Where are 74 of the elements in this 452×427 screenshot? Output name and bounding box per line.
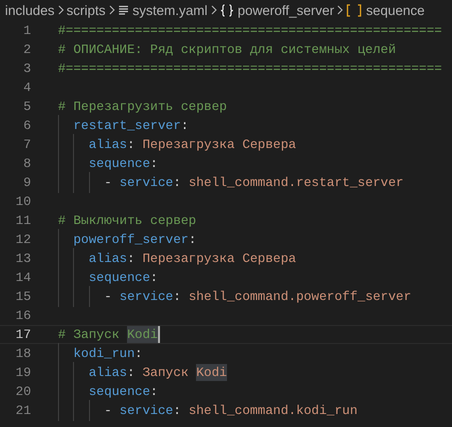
chevron-icon [337,5,344,15]
line-number: 7 [22,137,31,152]
line-number: 11 [14,213,31,228]
code-token: sequence [88,155,150,172]
line-number: 10 [14,194,31,209]
line-number: 1 [22,23,31,38]
code-token: : [150,383,158,400]
line-number: 3 [22,61,31,76]
code-token: : [173,402,182,419]
code-token: #================================================= [58,60,442,77]
code-token: restart_server [73,117,181,134]
line-number: 5 [22,99,31,114]
code-token: - [104,288,113,305]
chevron-icon [210,5,217,15]
code-token: alias [88,250,128,267]
line-number: 15 [14,289,31,304]
code-token: Перезагрузка Сервера [142,250,296,267]
code-token: service [119,288,174,305]
code-token: : [188,231,196,248]
code-token: alias [88,136,128,153]
code-token: alias [88,364,128,381]
line-number: 2 [22,42,31,57]
line-number: 14 [14,270,31,285]
brackets-icon [346,4,362,16]
code-token: # Перезагрузить сервер [58,98,227,115]
chevron-icon [108,5,115,15]
chevron-icon [58,5,64,15]
code-token: : [150,269,158,286]
code-token: shell_command.poweroff_server [188,288,412,305]
line-number: 18 [14,346,31,361]
code-token: Kodi [127,326,158,343]
code-token: - [104,174,113,191]
code-token: : [150,155,158,172]
code-token: # ОПИСАНИЕ: Ряд скриптов для системных целей [58,41,396,58]
code-token: : [127,364,136,381]
code-token: service [119,174,174,191]
code-token: : [180,117,189,134]
breadcrumb-item[interactable]: system.yaml [132,2,208,18]
code-token: shell_command.kodi_run [188,402,358,419]
code-token: - [104,402,113,419]
breadcrumb-item[interactable]: includes [5,2,55,18]
braces-icon [220,4,234,16]
code-token: poweroff_server [73,231,189,248]
line-number: 6 [22,118,31,133]
code-token: : [173,174,182,191]
lines-icon [118,5,129,15]
code-token: service [119,402,174,419]
code-token: # Выключить сервер [58,212,196,229]
code-token: sequence [88,383,150,400]
line-number: 17 [14,327,31,342]
line-number: 19 [14,365,31,380]
code-token: : [173,288,182,305]
code-token: Перезагрузка Сервера [142,136,296,153]
line-number: 12 [14,232,31,247]
line-number: 8 [22,156,31,171]
line-number: 20 [14,384,31,399]
code-token: shell_command.restart_server [188,174,404,191]
code-token: Запуск [142,364,190,381]
code-token: kodi_run [73,345,135,362]
breadcrumb-item[interactable]: scripts [66,2,106,18]
line-number: 4 [22,80,31,95]
code-token: : [127,250,136,267]
code-token: sequence [88,269,150,286]
code-token: # Запуск [58,326,120,343]
code-token: Kodi [196,364,227,381]
code-token: : [134,345,142,362]
line-number: 13 [14,251,31,266]
code-token: #================================================= [58,22,442,39]
line-number: 16 [14,308,31,323]
breadcrumb-item[interactable]: sequence [366,2,425,18]
breadcrumb-item[interactable]: poweroff_server [238,2,334,18]
line-number: 21 [14,403,31,418]
line-number: 9 [22,175,31,190]
code-token: : [127,136,136,153]
